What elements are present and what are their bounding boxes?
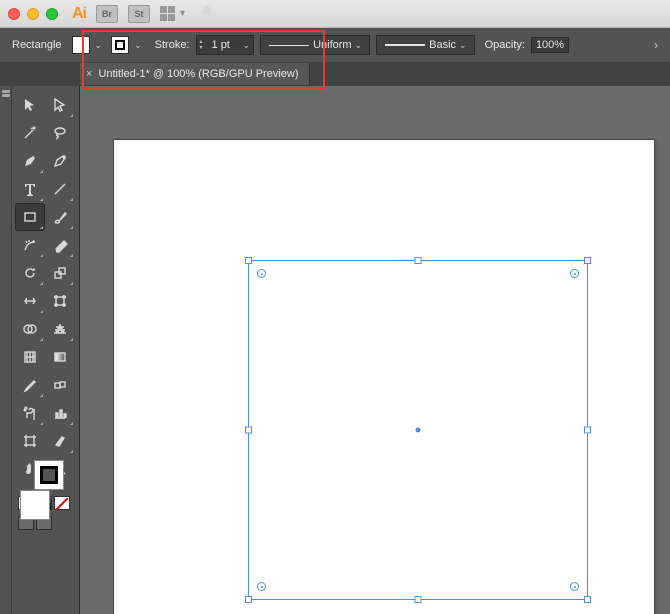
document-tab-title: Untitled-1* @ 100% (RGB/GPU Preview) bbox=[98, 68, 298, 80]
selected-rectangle[interactable] bbox=[248, 260, 588, 600]
fill-swatch-group[interactable]: ⌄ bbox=[72, 36, 106, 54]
bridge-button[interactable]: Br bbox=[96, 5, 118, 23]
chevron-down-icon: ⌄ bbox=[352, 40, 366, 51]
profile-value: Uniform bbox=[313, 39, 352, 51]
main-area bbox=[0, 86, 670, 614]
artboard[interactable] bbox=[114, 140, 654, 614]
resize-handle-tr[interactable] bbox=[584, 257, 591, 264]
line-segment-tool[interactable] bbox=[46, 176, 74, 202]
gradient-tool[interactable] bbox=[46, 344, 74, 370]
chevron-down-icon[interactable]: ⌄ bbox=[240, 40, 254, 51]
blend-tool[interactable] bbox=[46, 372, 74, 398]
stroke-weight-value: 1 pt bbox=[206, 39, 240, 51]
direct-selection-tool[interactable] bbox=[46, 92, 74, 118]
rectangle-tool[interactable] bbox=[16, 204, 44, 230]
pen-tool[interactable] bbox=[16, 148, 44, 174]
chevron-down-icon: ⌄ bbox=[92, 40, 106, 51]
arrange-documents-button[interactable]: ▾ bbox=[160, 6, 185, 21]
document-tab[interactable]: × Untitled-1* @ 100% (RGB/GPU Preview) bbox=[80, 63, 310, 85]
traffic-lights bbox=[8, 8, 58, 20]
curvature-tool[interactable] bbox=[46, 148, 74, 174]
line-preview-icon bbox=[269, 45, 309, 46]
stroke-indicator[interactable] bbox=[34, 460, 64, 490]
column-graph-tool[interactable] bbox=[46, 400, 74, 426]
fill-color-swatch[interactable] bbox=[72, 36, 90, 54]
fill-indicator[interactable] bbox=[20, 490, 50, 520]
tools-panel bbox=[12, 86, 80, 614]
perspective-grid-tool[interactable] bbox=[46, 316, 74, 342]
brush-definition-dropdown[interactable]: Basic ⌄ bbox=[376, 35, 474, 55]
scale-tool[interactable] bbox=[46, 260, 74, 286]
canvas[interactable] bbox=[80, 86, 670, 614]
resize-handle-ml[interactable] bbox=[245, 427, 252, 434]
chevron-down-icon: ⌄ bbox=[456, 40, 470, 51]
stroke-swatch-group[interactable]: ⌄ bbox=[111, 36, 145, 54]
mesh-tool[interactable] bbox=[16, 344, 44, 370]
stroke-weight-label: Stroke: bbox=[155, 39, 190, 51]
magic-wand-tool[interactable] bbox=[16, 120, 44, 146]
resize-handle-br[interactable] bbox=[584, 596, 591, 603]
selection-context-label: Rectangle bbox=[8, 37, 66, 53]
close-tab-icon[interactable]: × bbox=[86, 68, 92, 80]
document-tab-bar: × Untitled-1* @ 100% (RGB/GPU Preview) bbox=[0, 62, 670, 86]
type-tool[interactable] bbox=[16, 176, 44, 202]
minimize-window-button[interactable] bbox=[27, 8, 39, 20]
more-options-button[interactable]: › bbox=[650, 38, 662, 52]
corner-widget-br[interactable] bbox=[570, 582, 579, 591]
close-window-button[interactable] bbox=[8, 8, 20, 20]
free-transform-tool[interactable] bbox=[46, 288, 74, 314]
opacity-label: Opacity: bbox=[485, 39, 525, 51]
corner-widget-bl[interactable] bbox=[257, 582, 266, 591]
chevron-down-icon: ▾ bbox=[180, 8, 185, 19]
eyedropper-tool[interactable] bbox=[16, 372, 44, 398]
shaper-tool[interactable] bbox=[16, 232, 44, 258]
zoom-window-button[interactable] bbox=[46, 8, 58, 20]
gpu-performance-icon[interactable] bbox=[199, 4, 215, 23]
eraser-tool[interactable] bbox=[46, 232, 74, 258]
control-bar: Rectangle ⌄ ⌄ Stroke: ▴▾ 1 pt ⌄ Uniform … bbox=[0, 28, 670, 62]
paintbrush-tool[interactable] bbox=[46, 204, 74, 230]
corner-widget-tr[interactable] bbox=[570, 269, 579, 278]
resize-handle-tl[interactable] bbox=[245, 257, 252, 264]
width-tool[interactable] bbox=[16, 288, 44, 314]
rotate-tool[interactable] bbox=[16, 260, 44, 286]
shape-builder-tool[interactable] bbox=[16, 316, 44, 342]
panel-dock-collapsed[interactable] bbox=[0, 86, 12, 614]
color-mode-none[interactable] bbox=[54, 496, 70, 510]
resize-handle-mr[interactable] bbox=[584, 427, 591, 434]
app-logo-icon: Ai bbox=[72, 5, 86, 23]
corner-widget-tl[interactable] bbox=[257, 269, 266, 278]
resize-handle-bl[interactable] bbox=[245, 596, 252, 603]
opacity-input[interactable]: 100% bbox=[531, 37, 569, 53]
symbol-sprayer-tool[interactable] bbox=[16, 400, 44, 426]
center-point-icon bbox=[416, 428, 421, 433]
selection-tool[interactable] bbox=[16, 92, 44, 118]
resize-handle-tm[interactable] bbox=[415, 257, 422, 264]
stroke-weight-input[interactable]: ▴▾ 1 pt ⌄ bbox=[196, 35, 255, 55]
stroke-color-swatch[interactable] bbox=[111, 36, 129, 54]
brush-preview-icon bbox=[385, 44, 425, 46]
stepper-arrows-icon[interactable]: ▴▾ bbox=[197, 39, 206, 51]
brush-value: Basic bbox=[429, 39, 456, 51]
stock-button[interactable]: St bbox=[128, 5, 150, 23]
window-titlebar: Ai Br St ▾ bbox=[0, 0, 670, 28]
artboard-tool[interactable] bbox=[16, 428, 44, 454]
variable-width-profile-dropdown[interactable]: Uniform ⌄ bbox=[260, 35, 370, 55]
resize-handle-bm[interactable] bbox=[415, 596, 422, 603]
lasso-tool[interactable] bbox=[46, 120, 74, 146]
slice-tool[interactable] bbox=[46, 428, 74, 454]
chevron-down-icon: ⌄ bbox=[131, 40, 145, 51]
